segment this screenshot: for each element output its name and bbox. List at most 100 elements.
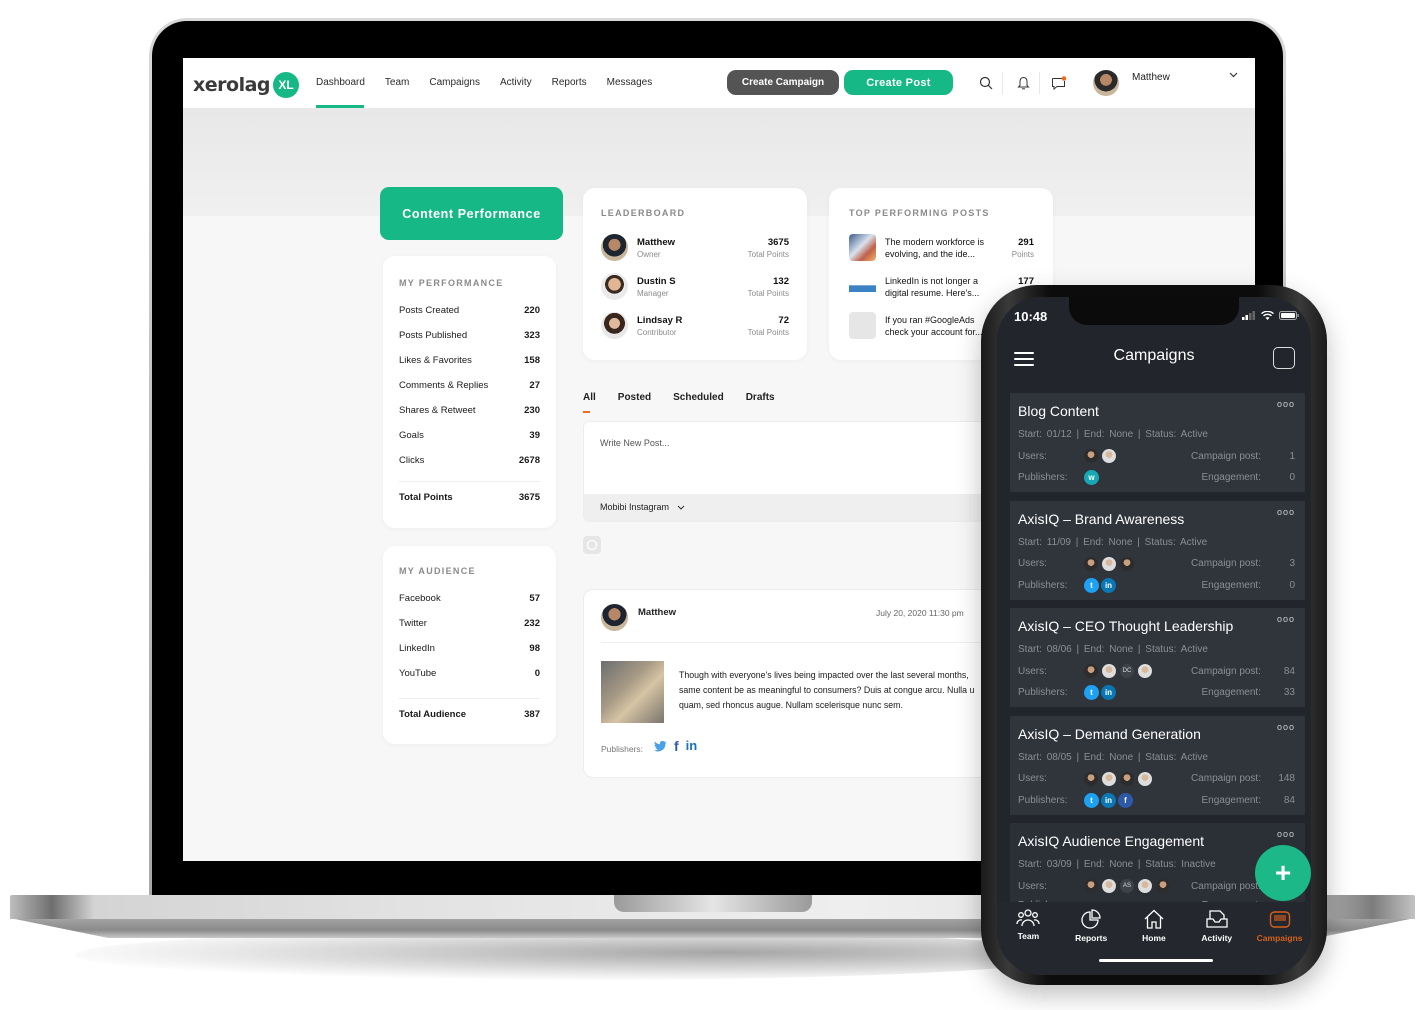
linkedin-icon[interactable]: in [1101,792,1116,808]
search-icon[interactable] [977,74,995,92]
user-initials-avatar[interactable]: AS [1120,879,1134,893]
nav-reports[interactable]: Reports [542,58,597,108]
stat-label: YouTube [399,668,437,679]
campaign-card[interactable]: Blog Content ooo Start: 01/12 | End: None … [1010,393,1305,492]
top-post-text: The modern workforce is evolving, and th… [885,236,985,259]
facebook-icon[interactable]: f [674,739,679,753]
user-avatar[interactable] [1138,771,1152,786]
user-avatar[interactable] [1102,879,1116,893]
post-composer[interactable]: Write New Post... Mobibi Instagram [583,421,1003,522]
users-label: Users: [1018,773,1047,784]
leaderboard-row[interactable]: Matthew Owner 3675 Total Points [601,228,789,267]
chevron-down-icon[interactable] [1229,70,1238,81]
meta-label: Status: [1145,644,1177,655]
meta-separator: | [1071,644,1084,655]
user-avatar[interactable] [1138,879,1152,893]
user-avatar[interactable] [1102,556,1116,571]
user-avatar[interactable] [1120,556,1134,571]
stat-label: Clicks [399,455,425,466]
user-avatar[interactable] [1084,664,1098,678]
stat-value: 323 [524,330,540,341]
meta-separator: | [1071,859,1084,870]
user-avatar[interactable] [1084,449,1098,463]
stat-value: 57 [529,593,540,604]
user-avatar[interactable] [1138,664,1152,678]
campaign-meta: Start: 11/09 | End: None | Status: Activ… [1018,537,1207,548]
leaderboard-row[interactable]: Dustin S Manager 132 Total Points [601,267,789,306]
linkedin-icon[interactable]: in [1101,685,1116,700]
meta-label: End: [1083,644,1105,655]
nav-messages[interactable]: Messages [597,58,663,108]
leaderboard-row[interactable]: Lindsay R Contributor 72 Total Points [601,306,789,345]
tab-scheduled[interactable]: Scheduled [673,392,724,413]
bell-icon[interactable] [1014,74,1032,92]
nav-team[interactable]: Team [375,58,419,108]
user-name[interactable]: Matthew [1132,72,1170,83]
stat-value: 220 [524,305,540,316]
campaign-title: AxisIQ – CEO Thought Leadership [1018,618,1234,634]
stat-label: LinkedIn [399,643,435,654]
post-points: 291 [1018,236,1034,248]
meta-separator: | [1133,751,1146,763]
user-avatar[interactable] [1102,771,1116,786]
twitter-icon[interactable] [654,740,667,752]
more-options-icon[interactable]: ooo [1277,507,1295,517]
account-select[interactable]: Mobibi Instagram [600,502,685,512]
bottom-nav-home[interactable]: Home [1123,902,1186,975]
more-options-icon[interactable]: ooo [1277,722,1295,732]
add-campaign-button[interactable]: + [1255,845,1311,901]
more-options-icon[interactable]: ooo [1277,399,1295,409]
leader-name: Matthew [637,236,675,248]
campaign-card[interactable]: AxisIQ – Brand Awareness ooo Start: 11/09 … [1010,500,1305,600]
user-avatar[interactable] [1156,879,1170,893]
nav-dashboard[interactable]: Dashboard [316,58,375,108]
twitter-icon[interactable]: t [1084,685,1099,700]
tab-all[interactable]: All [583,392,596,413]
linkedin-icon[interactable]: in [686,739,698,752]
linkedin-icon[interactable]: in [1101,577,1116,593]
wordpress-icon[interactable]: w [1084,470,1099,485]
meta-separator: | [1070,536,1084,548]
total-audience-label: Total Audience [399,709,467,720]
user-avatar[interactable] [1120,771,1134,786]
campaign-card[interactable]: AxisIQ – CEO Thought Leadership ooo Start:… [1010,608,1305,707]
nav-activity[interactable]: Activity [490,58,542,108]
logo[interactable]: xerolag XL [193,72,299,98]
twitter-icon[interactable]: t [1084,792,1099,808]
facebook-icon[interactable]: f [1118,792,1133,808]
bottom-nav-activity[interactable]: Activity [1185,902,1248,975]
post-text-line: Though with everyone's lives being impac… [679,670,969,680]
publishers-label: Publishers: [1018,579,1068,591]
user-avatar[interactable] [1102,449,1116,463]
new-post-input[interactable]: Write New Post... [600,438,669,448]
stat-row: Comments & Replies 27 [399,373,540,398]
tab-posted[interactable]: Posted [618,392,651,413]
user-initials-avatar[interactable]: DC [1120,664,1134,678]
twitter-icon[interactable]: t [1084,577,1099,593]
user-avatar[interactable] [1084,556,1098,571]
more-options-icon[interactable]: ooo [1277,614,1295,624]
home-icon [1144,909,1164,929]
user-avatar[interactable] [1084,771,1098,786]
messages-icon[interactable] [1050,74,1068,92]
bottom-nav-reports[interactable]: Reports [1060,902,1123,975]
create-post-button[interactable]: Create Post [844,70,953,95]
bottom-nav-team[interactable]: Team [997,902,1060,975]
bottom-nav-campaigns[interactable]: Campaigns [1248,902,1311,975]
user-avatar[interactable] [1084,879,1098,893]
nav-campaigns[interactable]: Campaigns [419,58,490,108]
user-avatar[interactable] [1093,70,1119,96]
more-options-icon[interactable]: ooo [1277,829,1295,839]
total-points-value: 3675 [518,492,540,503]
create-campaign-button[interactable]: Create Campaign [727,70,839,95]
top-post-row[interactable]: The modern workforce is evolving, and th… [849,228,1034,267]
user-avatar[interactable] [1102,664,1116,678]
tab-drafts[interactable]: Drafts [746,392,775,413]
content-performance-button[interactable]: Content Performance [380,187,563,240]
campaign-card[interactable]: AxisIQ – Demand Generation ooo Start: 08/0… [1010,715,1305,815]
meta-value: 08/05 [1046,751,1072,763]
divider [399,481,540,482]
instagram-icon[interactable] [583,536,601,554]
meta-separator: | [1071,429,1084,440]
post-image[interactable] [601,661,664,723]
